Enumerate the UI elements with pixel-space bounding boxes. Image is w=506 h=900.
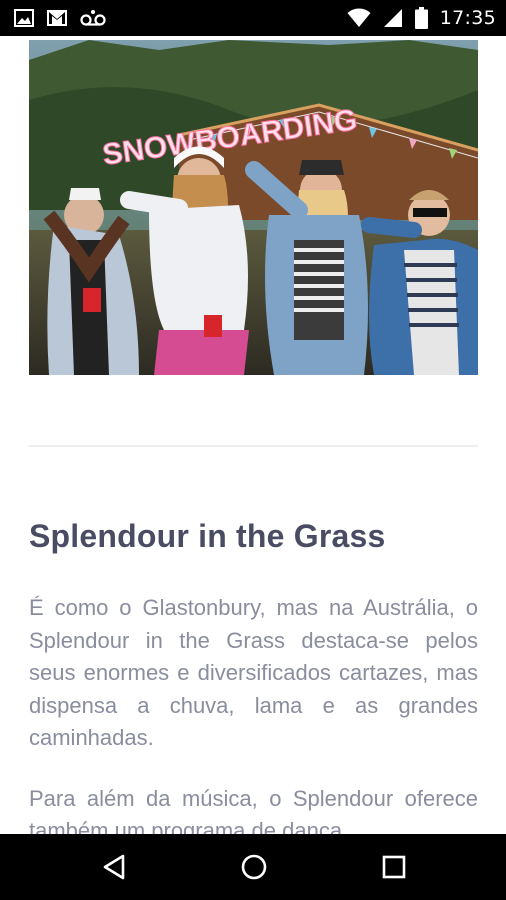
article-body: É como o Glastonbury, mas na Austrália, …	[29, 592, 478, 834]
back-button[interactable]	[96, 850, 132, 884]
back-icon	[103, 854, 125, 880]
hero-image: SNOWBOARDING	[29, 40, 478, 375]
article-paragraph: Para além da música, o Splendour oferece…	[29, 785, 478, 835]
home-button[interactable]	[236, 850, 272, 884]
image-icon	[14, 9, 34, 27]
festival-photo: SNOWBOARDING	[29, 40, 478, 375]
divider	[29, 445, 478, 447]
voicemail-icon	[80, 9, 106, 27]
home-icon	[241, 854, 267, 880]
wifi-icon	[347, 8, 371, 28]
recents-icon	[382, 855, 406, 879]
clock: 17:35	[439, 7, 496, 29]
notification-icons	[14, 9, 106, 27]
article-paragraph: É como o Glastonbury, mas na Austrália, …	[29, 595, 478, 750]
signal-icon	[383, 8, 403, 28]
battery-icon	[414, 7, 428, 29]
gmail-icon	[46, 9, 68, 27]
navigation-bar	[0, 834, 506, 900]
recents-button[interactable]	[376, 850, 412, 884]
system-icons: 17:35	[347, 7, 496, 29]
article-scroll-area[interactable]: SNOWBOARDING Splendour in the Grass É co…	[0, 36, 506, 834]
status-bar: 17:35	[0, 0, 506, 36]
article-title: Splendour in the Grass	[29, 518, 386, 554]
